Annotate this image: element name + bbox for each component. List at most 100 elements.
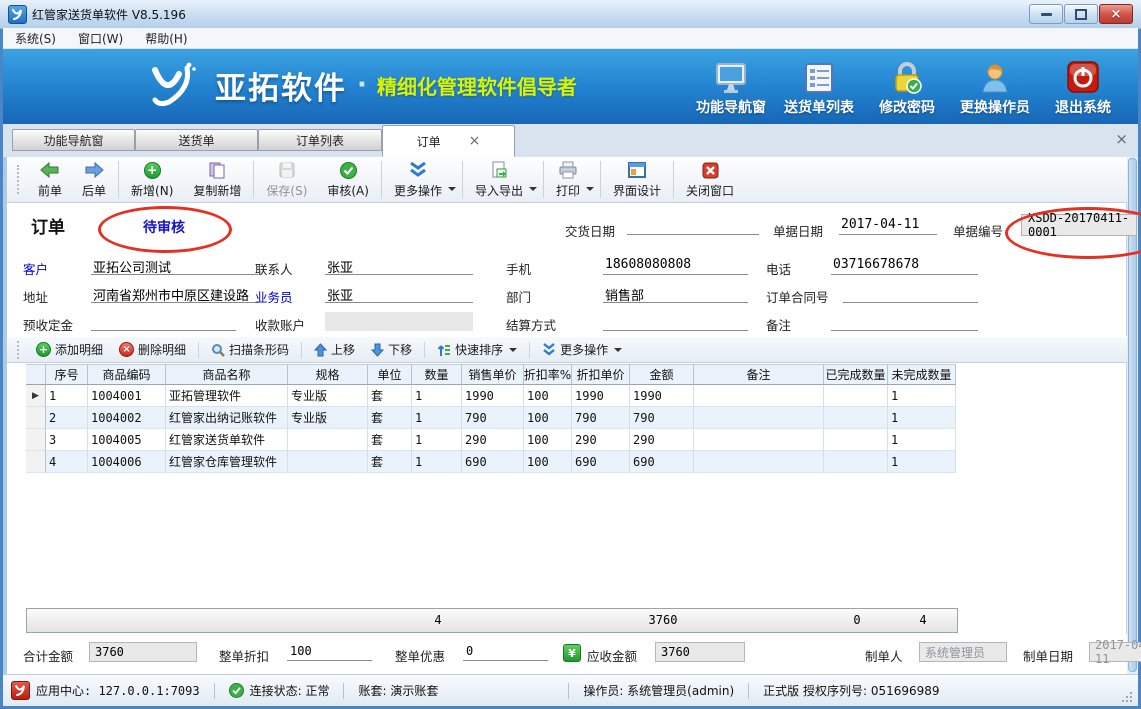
cell-product-code[interactable]: 1004005 xyxy=(88,429,166,451)
cell-amount[interactable]: 790 xyxy=(630,407,694,429)
resize-grip[interactable] xyxy=(1120,690,1132,702)
customer-label[interactable]: 客户 xyxy=(23,259,48,278)
minimize-button[interactable] xyxy=(1029,4,1063,24)
cell-seq[interactable]: 2 xyxy=(46,407,88,429)
discount-field[interactable]: 100 xyxy=(287,642,372,661)
import-export-button[interactable]: 导入导出 xyxy=(465,157,533,202)
column-header[interactable]: 已完成数量 xyxy=(824,364,888,385)
menu-help[interactable]: 帮助(H) xyxy=(145,30,187,47)
more-operations-button[interactable]: 更多操作 xyxy=(384,157,452,202)
cell-remark[interactable] xyxy=(694,385,824,407)
cell-seq[interactable]: 3 xyxy=(46,429,88,451)
cell-discount-price[interactable]: 790 xyxy=(572,407,630,429)
cell-uncompleted-qty[interactable]: 1 xyxy=(888,385,956,407)
cell-discount-price[interactable]: 290 xyxy=(572,429,630,451)
new-button[interactable]: + 新增(N) xyxy=(121,157,183,202)
cell-completed-qty[interactable] xyxy=(824,451,888,473)
cell-remark[interactable] xyxy=(694,451,824,473)
department-field[interactable]: 销售部 xyxy=(603,283,748,303)
cell-price[interactable]: 290 xyxy=(462,429,524,451)
cell-remark[interactable] xyxy=(694,429,824,451)
tab-close-icon[interactable]: × xyxy=(469,133,481,149)
doc-date-field[interactable]: 2017-04-11 xyxy=(839,215,937,235)
ui-design-button[interactable]: 界面设计 xyxy=(603,157,671,202)
tab-order[interactable]: 订单 × xyxy=(382,125,515,157)
tab-nav-window[interactable]: 功能导航窗 xyxy=(12,129,135,151)
cell-unit[interactable]: 套 xyxy=(368,407,412,429)
cell-amount[interactable]: 690 xyxy=(630,451,694,473)
menu-window[interactable]: 窗口(W) xyxy=(78,30,123,47)
banner-action-delivery-list[interactable]: 送货单列表 xyxy=(778,55,860,119)
move-up-button[interactable]: 上移 xyxy=(306,339,363,361)
contact-field[interactable]: 张亚 xyxy=(325,255,473,275)
column-header[interactable]: 数量 xyxy=(412,364,462,385)
cell-product-code[interactable]: 1004002 xyxy=(88,407,166,429)
dropdown-caret-icon[interactable] xyxy=(529,187,537,191)
next-order-button[interactable]: 后单 xyxy=(72,157,116,202)
cell-qty[interactable]: 1 xyxy=(412,407,462,429)
tab-order-list[interactable]: 订单列表 xyxy=(258,129,382,151)
cell-price[interactable]: 690 xyxy=(462,451,524,473)
table-row[interactable]: 3 1004005 红管家送货单软件 套 1 290 100 290 290 1 xyxy=(26,429,958,451)
deposit-field[interactable] xyxy=(91,311,236,331)
cell-qty[interactable]: 1 xyxy=(412,385,462,407)
cell-product-name[interactable]: 红管家仓库管理软件 xyxy=(166,451,288,473)
cell-amount[interactable]: 290 xyxy=(630,429,694,451)
row-selector-cell[interactable] xyxy=(26,451,46,473)
cell-completed-qty[interactable] xyxy=(824,429,888,451)
copy-new-button[interactable]: 复制新增 xyxy=(183,157,251,202)
remark-field[interactable] xyxy=(831,311,978,331)
cell-unit[interactable]: 套 xyxy=(368,429,412,451)
cell-unit[interactable]: 套 xyxy=(368,451,412,473)
row-selector-cell[interactable] xyxy=(26,407,46,429)
settlement-field[interactable] xyxy=(603,311,748,331)
cell-price[interactable]: 790 xyxy=(462,407,524,429)
table-row[interactable]: 2 1004002 红管家出纳记账软件 专业版 套 1 790 100 790 … xyxy=(26,407,958,429)
column-header[interactable]: 折扣单价 xyxy=(572,364,630,385)
salesman-label[interactable]: 业务员 xyxy=(255,287,293,306)
add-detail-button[interactable]: + 添加明细 xyxy=(28,339,111,361)
column-header[interactable]: 商品名称 xyxy=(166,364,288,385)
prev-order-button[interactable]: 前单 xyxy=(28,157,72,202)
cell-discount-rate[interactable]: 100 xyxy=(524,429,572,451)
cell-discount-price[interactable]: 1990 xyxy=(572,385,630,407)
column-header[interactable]: 折扣率% xyxy=(524,364,572,385)
phone-field[interactable]: 03716678678 xyxy=(831,255,978,275)
cell-qty[interactable]: 1 xyxy=(412,451,462,473)
cell-spec[interactable]: 专业版 xyxy=(288,385,368,407)
table-row[interactable]: ▶ 1 1004001 亚拓管理软件 专业版 套 1 1990 100 1990… xyxy=(26,385,958,407)
cell-discount-price[interactable]: 690 xyxy=(572,451,630,473)
cell-product-name[interactable]: 红管家出纳记账软件 xyxy=(166,407,288,429)
quick-sort-button[interactable]: 快速排序 xyxy=(429,339,525,361)
cell-price[interactable]: 1990 xyxy=(462,385,524,407)
cell-seq[interactable]: 1 xyxy=(46,385,88,407)
cell-spec[interactable] xyxy=(288,451,368,473)
banner-action-exit-system[interactable]: 退出系统 xyxy=(1042,55,1124,119)
cell-completed-qty[interactable] xyxy=(824,407,888,429)
dropdown-caret-icon[interactable] xyxy=(586,187,594,191)
column-header[interactable]: 单位 xyxy=(368,364,412,385)
column-header[interactable]: 未完成数量 xyxy=(888,364,956,385)
cell-product-name[interactable]: 亚拓管理软件 xyxy=(166,385,288,407)
row-selector-cell[interactable] xyxy=(26,429,46,451)
column-header[interactable]: 商品编码 xyxy=(88,364,166,385)
move-down-button[interactable]: 下移 xyxy=(363,339,420,361)
banner-action-change-password[interactable]: 修改密码 xyxy=(866,55,948,119)
column-header[interactable]: 序号 xyxy=(46,364,88,385)
salesman-field[interactable]: 张亚 xyxy=(325,283,473,303)
delete-detail-button[interactable]: × 删除明细 xyxy=(111,339,194,361)
reduction-field[interactable]: 0 xyxy=(463,642,548,661)
cell-product-name[interactable]: 红管家送货单软件 xyxy=(166,429,288,451)
row-selector-cell[interactable]: ▶ xyxy=(26,385,46,407)
customer-field[interactable]: 亚拓公司测试 xyxy=(91,255,258,275)
delivery-date-field[interactable] xyxy=(627,215,759,235)
cell-spec[interactable] xyxy=(288,429,368,451)
cell-uncompleted-qty[interactable]: 1 xyxy=(888,407,956,429)
table-row[interactable]: 4 1004006 红管家仓库管理软件 套 1 690 100 690 690 … xyxy=(26,451,958,473)
cell-product-code[interactable]: 1004006 xyxy=(88,451,166,473)
column-header[interactable]: 规格 xyxy=(288,364,368,385)
cell-discount-rate[interactable]: 100 xyxy=(524,451,572,473)
tab-delivery-order[interactable]: 送货单 xyxy=(135,129,258,151)
detail-more-operations-button[interactable]: 更多操作 xyxy=(534,339,630,361)
banner-action-nav-window[interactable]: 功能导航窗 xyxy=(690,55,772,119)
